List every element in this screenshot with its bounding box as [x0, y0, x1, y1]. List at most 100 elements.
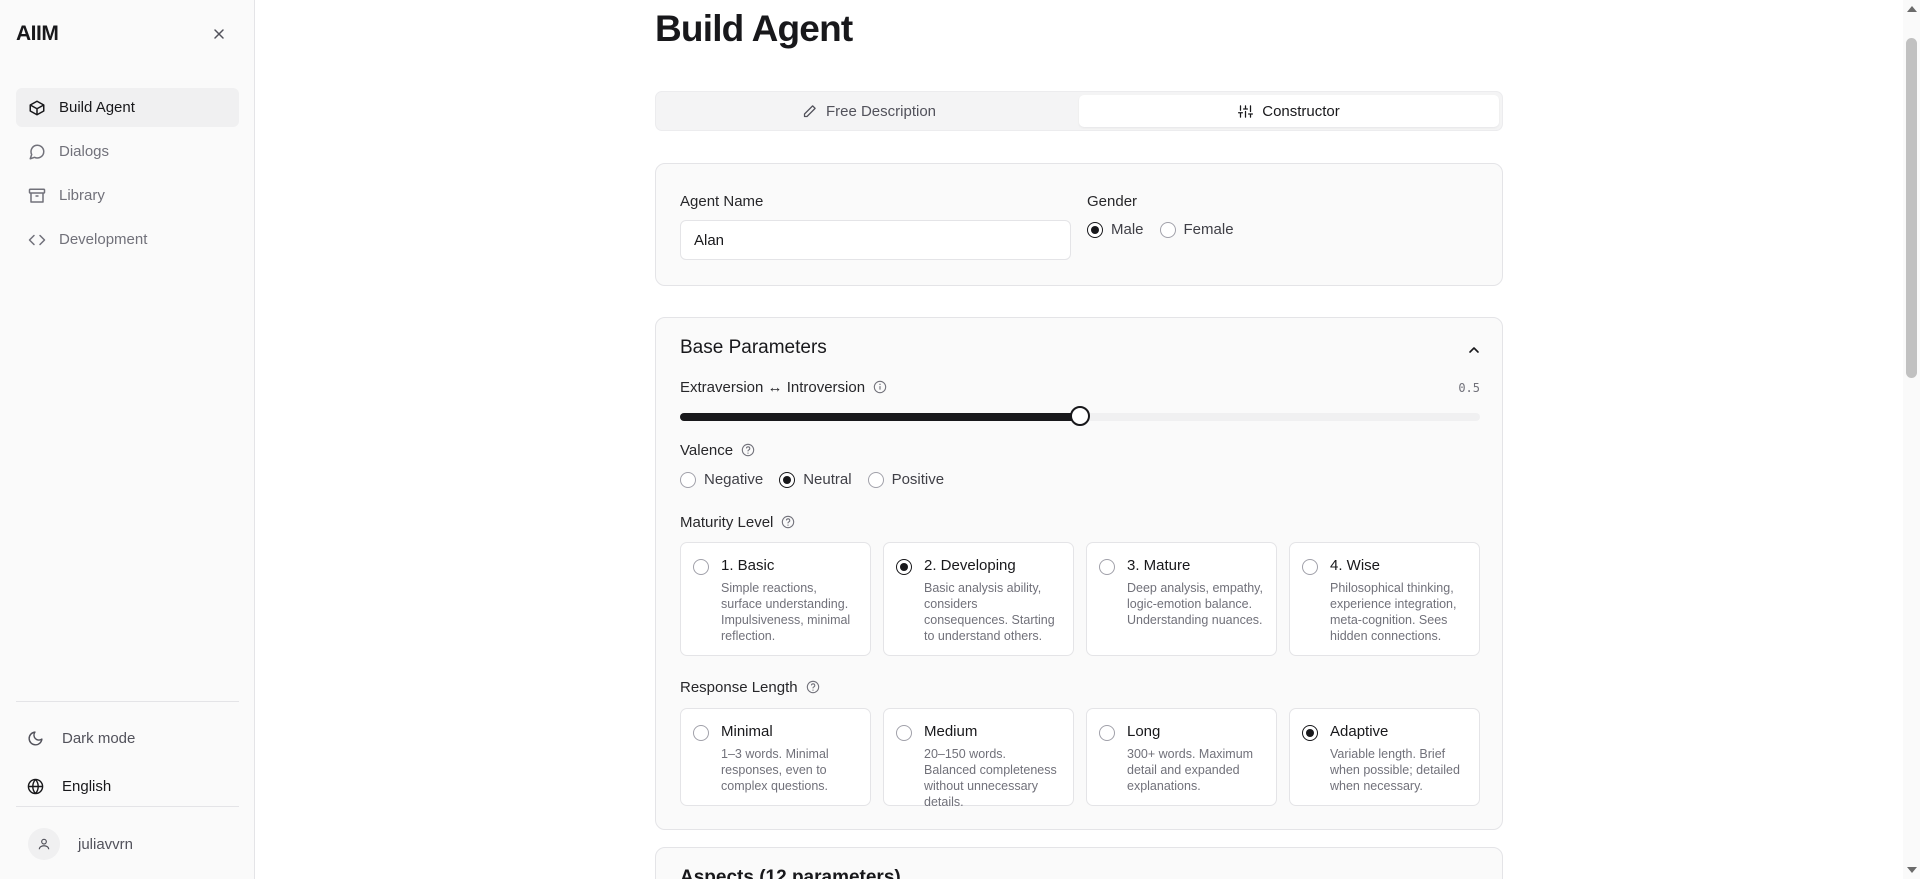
response-length-option-medium[interactable]: Medium 20–150 words. Balanced completene…	[883, 708, 1074, 809]
option-description: Philosophical thinking, experience integ…	[1330, 581, 1457, 643]
valence-option-neutral[interactable]: Neutral	[779, 471, 852, 488]
sidebar-item-label: Library	[59, 187, 105, 204]
valence-option-positive[interactable]: Positive	[867, 471, 945, 488]
close-icon	[212, 27, 226, 46]
close-sidebar-button[interactable]	[208, 25, 230, 47]
scrollbar-thumb[interactable]	[1906, 38, 1917, 378]
response-length-option-adaptive[interactable]: Adaptive Variable length. Brief when pos…	[1289, 708, 1480, 806]
radio-button[interactable]	[867, 471, 884, 488]
sidebar-item-label: Development	[59, 231, 148, 248]
option-title: 3. Mature	[1127, 557, 1191, 574]
agent-name-input[interactable]	[680, 220, 1071, 260]
mode-tabs: Free Description Constructor	[655, 91, 1503, 131]
option-title: Adaptive	[1330, 723, 1389, 740]
valence-option-negative[interactable]: Negative	[680, 471, 763, 488]
page-scrollbar[interactable]	[1903, 0, 1920, 879]
radio-label: Negative	[704, 471, 764, 488]
base-parameters-card: Base Parameters Extraversion ↔ Introvers…	[655, 317, 1503, 830]
username: juliavvrn	[78, 835, 134, 853]
option-title: Minimal	[721, 723, 773, 740]
extraversion-label-text: Extraversion ↔ Introversion	[680, 379, 866, 396]
response-length-label: Response Length	[680, 679, 820, 696]
help-circle-icon[interactable]	[741, 443, 755, 457]
response-length-option-long[interactable]: Long 300+ words. Maximum detail and expa…	[1086, 708, 1277, 806]
radio-button[interactable]	[1302, 725, 1318, 741]
tab-free-description[interactable]: Free Description	[659, 95, 1079, 127]
radio-button[interactable]	[680, 471, 696, 488]
radio-button[interactable]	[896, 559, 912, 575]
section-title: Base Parameters	[680, 337, 827, 358]
radio-button[interactable]	[693, 559, 709, 575]
radio-button[interactable]	[896, 725, 912, 741]
response-length-options: Minimal 1–3 words. Minimal responses, ev…	[680, 708, 1480, 809]
message-circle-icon	[28, 143, 46, 161]
option-description: Simple reactions, surface understanding.…	[721, 581, 851, 643]
moon-icon	[26, 729, 44, 747]
section-title: Aspects (12 parameters)	[680, 867, 901, 879]
radio-button[interactable]	[779, 471, 796, 488]
sidebar-item-label: Dialogs	[59, 143, 110, 160]
maturity-level-label-text: Maturity Level	[680, 514, 774, 531]
option-description: 1–3 words. Minimal responses, even to co…	[721, 747, 829, 793]
maturity-option-developing[interactable]: 2. Developing Basic analysis ability, co…	[883, 542, 1074, 656]
gender-option-male[interactable]: Male	[1087, 221, 1144, 238]
scroll-up-arrow[interactable]	[1907, 6, 1917, 12]
radio-button[interactable]	[1099, 725, 1115, 741]
maturity-option-wise[interactable]: 4. Wise Philosophical thinking, experien…	[1289, 542, 1480, 656]
radio-label: Male	[1111, 221, 1144, 238]
code-icon	[28, 231, 46, 249]
sidebar: AIIM Build Agent Dialogs Library Develop…	[0, 0, 255, 879]
sidebar-divider	[16, 806, 239, 807]
radio-button[interactable]	[693, 725, 709, 741]
globe-icon	[26, 777, 44, 795]
chevron-up-icon[interactable]	[1466, 342, 1482, 358]
dark-mode-toggle[interactable]: Dark mode	[16, 720, 239, 756]
valence-label-text: Valence	[680, 442, 734, 459]
slider-value: 0.5	[1458, 381, 1480, 395]
maturity-level-label: Maturity Level	[680, 514, 795, 531]
box-icon	[28, 99, 46, 117]
gender-option-female[interactable]: Female	[1159, 221, 1234, 238]
sidebar-item-development[interactable]: Development	[16, 220, 239, 259]
slider-thumb[interactable]	[1070, 406, 1090, 426]
option-title: 4. Wise	[1330, 557, 1381, 574]
response-length-option-minimal[interactable]: Minimal 1–3 words. Minimal responses, ev…	[680, 708, 871, 806]
agent-name-label: Agent Name	[680, 193, 764, 210]
sidebar-divider	[16, 701, 239, 702]
chevron-up-icon[interactable]	[1466, 874, 1482, 879]
tab-label: Free Description	[825, 102, 937, 120]
gender-radio-group: Male Female	[1087, 221, 1250, 238]
sidebar-item-build-agent[interactable]: Build Agent	[16, 88, 239, 127]
option-description: Basic analysis ability, considers conseq…	[924, 581, 1055, 643]
sidebar-item-library[interactable]: Library	[16, 176, 239, 215]
user-profile[interactable]: juliavvrn	[16, 826, 239, 862]
radio-label: Positive	[891, 471, 945, 488]
info-icon[interactable]	[873, 380, 887, 394]
response-length-label-text: Response Length	[680, 679, 798, 696]
scroll-down-arrow[interactable]	[1907, 867, 1917, 873]
radio-label: Female	[1183, 221, 1234, 238]
maturity-option-mature[interactable]: 3. Mature Deep analysis, empathy, logic-…	[1086, 542, 1277, 656]
valence-label: Valence	[680, 442, 755, 459]
tab-constructor[interactable]: Constructor	[1079, 95, 1499, 127]
sidebar-item-label: Build Agent	[59, 99, 135, 116]
sidebar-item-dialogs[interactable]: Dialogs	[16, 132, 239, 171]
extraversion-label: Extraversion ↔ Introversion	[680, 379, 887, 396]
maturity-option-basic[interactable]: 1. Basic Simple reactions, surface under…	[680, 542, 871, 656]
slider-fill	[680, 413, 1080, 421]
language-selector[interactable]: English	[16, 768, 239, 804]
option-title: Medium	[924, 723, 978, 740]
extraversion-slider[interactable]	[680, 406, 1480, 426]
option-title: Long	[1127, 723, 1161, 740]
radio-button[interactable]	[1087, 221, 1103, 238]
radio-label: Neutral	[803, 471, 852, 488]
app-logo: AIIM	[16, 22, 59, 45]
help-circle-icon[interactable]	[806, 680, 820, 694]
agent-identity-card: Agent Name Gender Male Female	[655, 163, 1503, 286]
avatar	[28, 828, 60, 860]
radio-button[interactable]	[1302, 559, 1318, 575]
help-circle-icon[interactable]	[781, 515, 795, 529]
radio-button[interactable]	[1099, 559, 1115, 575]
maturity-options: 1. Basic Simple reactions, surface under…	[680, 542, 1480, 656]
radio-button[interactable]	[1159, 221, 1176, 238]
